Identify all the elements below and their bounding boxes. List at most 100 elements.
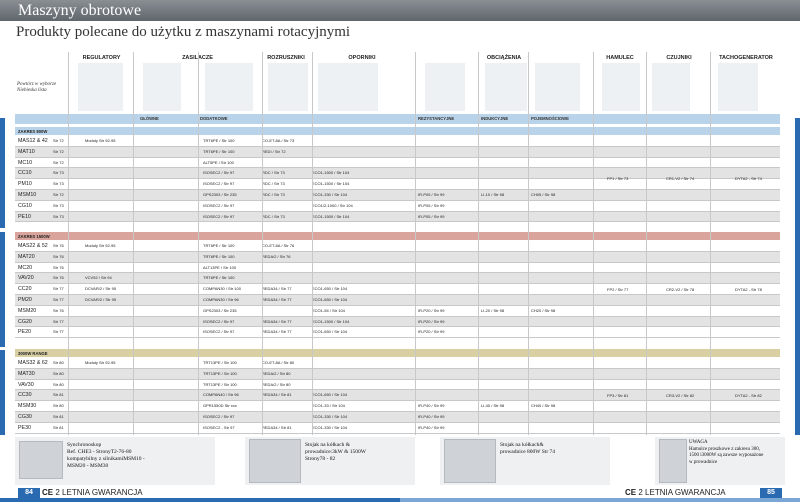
cell-roz: REDA34 / Str 77 [262,318,292,324]
model-name: MAS32 & 62 [18,360,48,366]
side-tab-3 [0,350,5,435]
section-band [15,127,780,135]
cell-gl: COMPAN40 / Str 96 [203,392,239,398]
column-header: REGULATORY [82,55,121,61]
model-page: Str 76 [53,243,64,248]
subhead-label: REZYSTANCYJNE [418,116,455,121]
guarantee-text-right: 2 LETNIA GWARANCJA [638,488,726,497]
table-row: MAS22 & 52 Str 76 Moduły Str 92-95 TRT6PE /… [15,241,780,252]
model-page: Str 76 [53,253,64,259]
ce-mark-left: CE [42,488,54,497]
guarantee-text-left: 2 LETNIA GWARANCJA [55,488,143,497]
cell-roz: RDC / Str 73 [262,192,285,197]
cell-rez: IR-P20 / Str 99 [418,329,445,335]
cell-ind: LI-20 / Str 98 [481,307,505,313]
model-name: MC20 [18,264,33,271]
page-number-left: 84 [18,488,40,498]
model-name: CC10 [18,170,32,177]
table-row: VAV30 Str 80 TRT13PE / Str 100 REDA/2 / Str… [15,380,780,391]
cell-opo: ECO1-330 / Str 104 [312,414,348,419]
model-page: Str 77 [53,286,64,292]
table-row: MSM20 Str 76 GPS2303 / Str 235 ECO1-5II / S… [15,306,780,317]
cell-gl: TRT6PE / Str 100 [203,253,235,259]
cell-dod: ISOSEC2 / Str 97 [203,414,235,419]
model-page: Str 76 [53,275,64,281]
synchronoskop-image [19,441,63,479]
model-name: CG10 [18,202,32,209]
footer-text-2: Stojak na kółkach & prowadnice:3kW & 150… [305,442,366,462]
model-page: Str 76 [53,264,64,270]
section-label: ZAKRES 1500W [18,234,50,239]
model-page: Str 77 [53,297,64,302]
cell-opo: ECO1-5II / Str 104 [312,307,345,313]
cell-gl: TRT6PE / Str 100 [203,138,235,143]
model-name: PE20 [18,329,31,336]
product-image [535,63,580,111]
cell-roz: REDA34 / Str 77 [262,297,292,302]
brake-image [659,439,687,483]
cell-rez: IR-P20 / Str 99 [418,307,445,313]
model-page: Str 76 [53,307,64,313]
cell-opo: ECO1/2-1000 / Str 104 [312,202,353,208]
bottom-strip-right [400,498,800,502]
cell-gl: TRT6PE / Str 100 [203,148,235,154]
footer-text-1: Synchronoskop Ref. CHE3 - StronyT2-76-80… [67,442,145,469]
cell-rez: IR-P40 / Str 99 [418,403,445,409]
cell-reg: Moduły Str 92-95 [85,138,116,143]
model-page: Str 73 [53,213,64,219]
merged-cell-czujniki: CR1-V2 / Str 74 [666,176,695,182]
page-number-right: 85 [760,488,782,498]
cell-gl: COMPAN30 / Str 100 [203,286,241,292]
product-image [718,63,758,111]
model-name: MSM10 [18,192,37,198]
model-page: Str 73 [53,202,64,208]
table-row: MAT20 Str 76 TRT6PE / Str 100 REDA/2 / Str … [15,251,780,263]
product-image [78,63,123,111]
product-image [602,63,640,111]
cell-rez: IR-P05 / Str 99 [418,202,445,208]
cell-opo: ECO1-330 / Str 104 [312,424,348,430]
cell-poj: CH40 / Str 98 [531,403,556,409]
column-header: CZUJNIKI [666,55,692,61]
model-name: MC10 [18,159,33,166]
cell-opo: ECO1-330 / Str 104 [312,192,348,197]
cell-roz: RDC / Str 73 [262,170,285,176]
model-page: Str 81 [53,424,64,430]
cell-roz: REDA/2 / Str 80 [262,381,291,387]
cell-gl: TRT13PE / Str 100 [203,381,237,387]
footer-box-stand-1500: Stojak na kółkach & prowadnice:3kW & 150… [245,437,415,485]
model-name: PE10 [18,213,31,220]
model-name: CG20 [18,318,32,325]
grid-line [133,52,134,435]
cell-opo: ECO1-1500 / Str 104 [312,170,350,176]
model-page: Str 73 [53,170,64,176]
cell-opo: ECO1-1500 / Str 104 [312,181,350,187]
model-page: Str 72 [53,148,64,154]
cell-reg: VCV52 / Str 94 [85,275,112,281]
table-row: MSM10 Str 72 GPS2303 / Str 235 RDC / Str 73… [15,190,780,201]
table-row: PM20 Str 77 DCVAR/2 / Str 95 COMPAN30 / Str… [15,295,780,306]
model-page: Str 73 [53,181,64,187]
cell-gl: ALT13PE / Str 100 [203,264,237,270]
guarantee-left: CE 2 LETNIA GWARANCJA [42,488,143,497]
model-name: VAV20 [18,275,34,282]
product-image [205,63,253,111]
cell-poj: CH20 / Str 98 [531,307,556,313]
model-name: MAT30 [18,370,35,377]
cell-roz: CO-ET-8A / Str 80 [262,360,295,365]
footer-box-synchronoskop: Synchronoskop Ref. CHE3 - StronyT2-76-80… [15,437,215,485]
footer-text-4: UWAGA Hamulce proszkowe z zakresu 300, 1… [689,440,764,465]
model-page: Str 80 [53,360,64,365]
table-row: MAS32 & 62 Str 80 Moduły Str 92-95 TRT13PE … [15,358,780,369]
cell-roz: REDA34 / Str 81 [262,392,292,398]
side-tab-2 [0,232,5,347]
cell-reg: Moduły Str 92-95 [85,243,116,248]
guarantee-right: CE 2 LETNIA GWARANCJA [625,488,726,497]
merged-cell-czujniki: CR2-V2 / Str 78 [666,286,695,292]
model-name: MSM30 [18,403,37,410]
merged-cell-tacho: DYTA2 - Str 82 [735,392,762,398]
grid-line [68,52,69,435]
grid-line [710,52,711,435]
merged-cell-hamulec: FP2 / Str 77 [607,286,629,292]
table-row: PE20 Str 77 ISOSEC2 / Str 97 REDA34 / Str 7… [15,327,780,339]
